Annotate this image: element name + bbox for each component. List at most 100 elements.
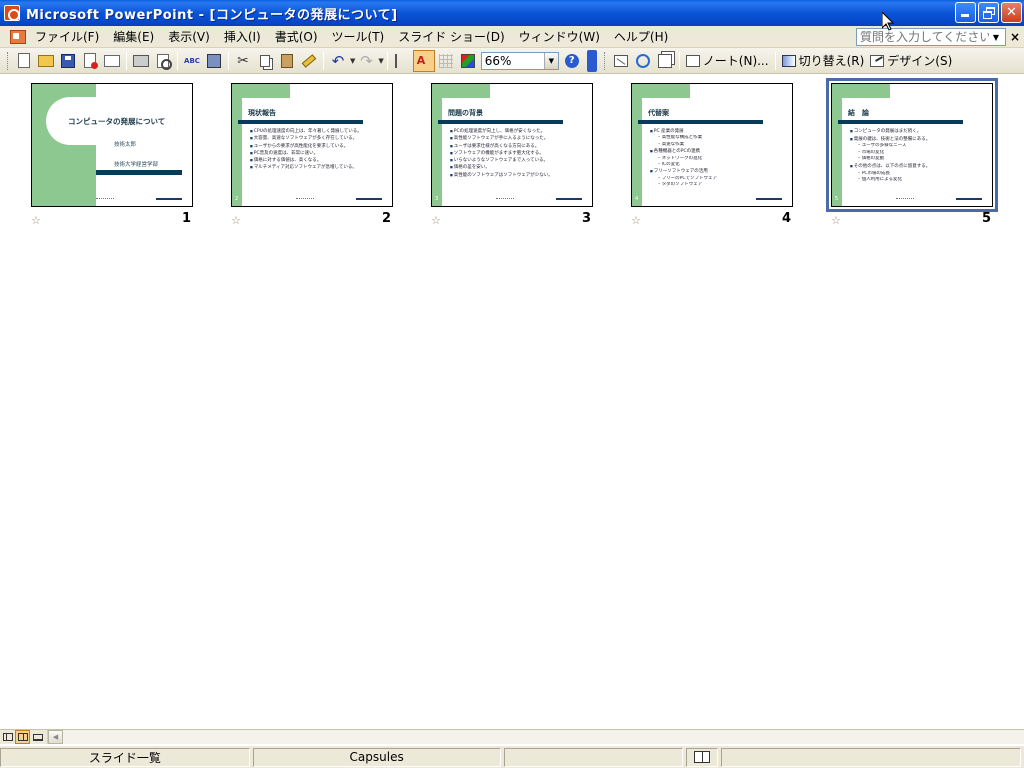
slide-thumbnail[interactable]: 現状報告 CPUの処理速度の向上は、年々著しく発展している。 大容量、高速なソフ… <box>231 83 393 207</box>
slide-sub-bullet: ユーザの多様なニーズ <box>850 143 990 150</box>
slide-thumbnail-selected[interactable]: 結 論 コンピュータの発展はまだ続く。 発展の鍵は、技術と法の整備にある。 ユー… <box>826 78 998 212</box>
normal-view-button[interactable] <box>0 730 15 744</box>
slideshow-icon <box>32 733 43 741</box>
print-button[interactable] <box>130 50 152 72</box>
save-button[interactable] <box>57 50 79 72</box>
window-controls: ✕ <box>955 2 1022 23</box>
menu-window[interactable]: ウィンドウ(W) <box>512 27 607 47</box>
slide-transition-star-icon[interactable]: ☆ <box>31 214 41 227</box>
toolbar-overflow-chevron[interactable] <box>586 49 597 72</box>
normal-view-icon <box>2 733 13 741</box>
document-icon[interactable] <box>8 28 28 46</box>
close-button[interactable]: ✕ <box>1001 2 1022 23</box>
slide-transition-star-icon[interactable]: ☆ <box>831 214 841 227</box>
design-button[interactable]: デザイン(S) <box>867 50 955 72</box>
print-preview-button[interactable] <box>152 50 174 72</box>
powerpoint-app-icon[interactable] <box>4 5 20 21</box>
menu-format[interactable]: 書式(O) <box>268 27 325 47</box>
minimize-button[interactable] <box>955 2 976 23</box>
slide-card-1[interactable]: コンピュータの発展について 技術太郎 技術大学経営学部 ☆ 1 <box>31 83 193 233</box>
notes-button[interactable]: ノート(N)... <box>683 50 772 72</box>
powerpoint-window: Microsoft PowerPoint - [コンピュータの発展について] ✕… <box>0 0 1024 768</box>
open-folder-icon <box>38 54 54 67</box>
slide-green-band <box>432 84 442 206</box>
transition-button[interactable]: 切り替え(R) <box>779 50 868 72</box>
new-button[interactable] <box>13 50 35 72</box>
color-grayscale-button[interactable] <box>457 50 479 72</box>
slide-green-band <box>832 84 842 206</box>
window-title: Microsoft PowerPoint - [コンピュータの発展について] <box>26 7 398 23</box>
restore-icon-front <box>983 11 992 19</box>
slide-title: 現状報告 <box>248 109 276 117</box>
spelling-button[interactable]: ABC <box>181 50 203 72</box>
menu-slideshow[interactable]: スライド ショー(D) <box>391 27 511 47</box>
redo-dropdown-arrow-icon[interactable]: ▼ <box>378 57 383 65</box>
menu-edit[interactable]: 編集(E) <box>106 27 161 47</box>
slide-transition-star-icon[interactable]: ☆ <box>231 214 241 227</box>
slide-thumbnail[interactable]: 代替案 PC 産業の発展 高性能な構成と作業 高速な作業 各種機器とのPCの連携… <box>631 83 793 207</box>
scroll-left-arrow-icon[interactable]: ◀ <box>48 730 63 744</box>
notes-icon <box>685 54 700 67</box>
menu-insert[interactable]: 挿入(I) <box>217 27 268 47</box>
permission-button[interactable] <box>79 50 101 72</box>
slide-thumbnail[interactable]: コンピュータの発展について 技術太郎 技術大学経営学部 <box>31 83 193 207</box>
hide-slide-button[interactable] <box>610 50 632 72</box>
slide-card-5[interactable]: 結 論 コンピュータの発展はまだ続く。 発展の鍵は、技術と法の整備にある。 ユー… <box>826 78 998 233</box>
slide-bullet: PCの処理速度が向上し、価格が安くなった。 <box>450 128 590 135</box>
slide-card-3[interactable]: 問題の背景 PCの処理速度が向上し、価格が安くなった。 高性能ソフトウェアが手に… <box>431 83 593 233</box>
undo-button[interactable]: ↶ <box>327 50 349 72</box>
document-close-icon[interactable]: × <box>1010 30 1020 44</box>
copy-button[interactable] <box>254 50 276 72</box>
rehearse-timings-button[interactable] <box>632 50 654 72</box>
paste-button[interactable] <box>276 50 298 72</box>
clipboard-icon <box>281 53 293 68</box>
status-empty-cell <box>721 747 1021 767</box>
spell-check-book-icon <box>694 751 711 763</box>
slide-sorter-view-button[interactable] <box>15 730 30 744</box>
slide-card-2[interactable]: 現状報告 CPUの処理速度の向上は、年々著しく発展している。 大容量、高速なソフ… <box>231 83 393 233</box>
summary-slide-icon <box>657 53 672 68</box>
spelling-check-icon: ABC <box>184 56 200 65</box>
slide-transition-star-icon[interactable]: ☆ <box>631 214 641 227</box>
slide-thumbnail[interactable]: 問題の背景 PCの処理速度が向上し、価格が安くなった。 高性能ソフトウェアが手に… <box>431 83 593 207</box>
summary-slide-button[interactable] <box>654 50 676 72</box>
redo-button[interactable]: ↷ <box>355 50 377 72</box>
menu-file[interactable]: ファイル(F) <box>28 27 106 47</box>
slide-transition-star-icon[interactable]: ☆ <box>431 214 441 227</box>
slideshow-view-button[interactable] <box>30 730 45 744</box>
menu-help[interactable]: ヘルプ(H) <box>607 27 675 47</box>
status-spelling-cell[interactable] <box>686 747 719 767</box>
help-question-input[interactable] <box>857 29 989 45</box>
help-dropdown-arrow-icon[interactable]: ▼ <box>989 33 1003 42</box>
slide-bullet: PC普及の速度は、非常に速い。 <box>250 150 390 157</box>
horizontal-scrollbar[interactable]: ◀ <box>47 730 1024 744</box>
slide-card-4[interactable]: 代替案 PC 産業の発展 高性能な構成と作業 高速な作業 各種機器とのPCの連携… <box>631 83 793 233</box>
show-grid-button[interactable] <box>435 50 457 72</box>
slide-footer <box>296 198 314 200</box>
menu-view[interactable]: 表示(V) <box>161 27 217 47</box>
slide-corner-number: 4 <box>635 196 639 202</box>
expand-all-button[interactable] <box>391 50 413 72</box>
format-painter-icon <box>301 53 317 68</box>
show-formatting-button[interactable]: A <box>412 49 435 72</box>
toolbar-grip[interactable] <box>7 51 10 70</box>
format-painter-button[interactable] <box>298 50 320 72</box>
slide-bullet: 大容量、高速なソフトウェアが多く存在している。 <box>250 135 390 142</box>
zoom-dropdown-arrow-icon[interactable]: ▼ <box>543 52 558 69</box>
help-button[interactable]: ? <box>561 50 583 72</box>
design-label: デザイン(S) <box>887 54 953 68</box>
research-button[interactable] <box>203 50 225 72</box>
zoom-select[interactable]: 66% ▼ <box>480 51 559 70</box>
slide-sub-bullet: 個人利用による変化 <box>850 177 990 184</box>
expand-all-icon <box>394 53 409 68</box>
menu-tools[interactable]: ツール(T) <box>325 27 392 47</box>
restore-button[interactable] <box>978 2 999 23</box>
toolbar-separator <box>323 51 324 70</box>
slide-title: 問題の背景 <box>448 109 483 117</box>
open-button[interactable] <box>35 50 57 72</box>
slide-sorter-icon <box>17 733 28 741</box>
cut-button[interactable]: ✂ <box>232 50 254 72</box>
email-button[interactable] <box>101 50 123 72</box>
slide-transition-icon <box>781 54 796 67</box>
toolbar-grip[interactable] <box>603 51 607 70</box>
